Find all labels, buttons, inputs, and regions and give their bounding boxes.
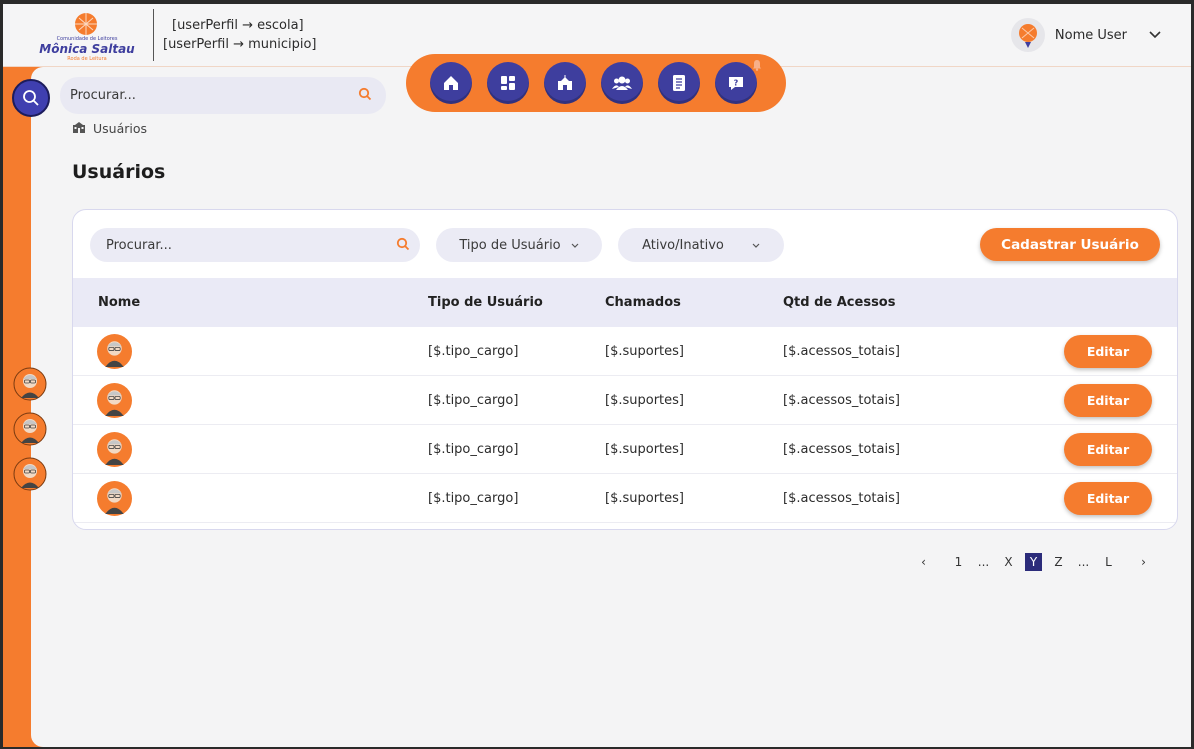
main-nav: ? bbox=[406, 54, 786, 112]
sidebar-avatar[interactable] bbox=[13, 412, 47, 446]
chevron-down-icon bbox=[752, 238, 760, 253]
pagination-page[interactable]: Z bbox=[1046, 553, 1071, 571]
cell-tipo: [$.tipo_cargo] bbox=[428, 393, 519, 408]
svg-text:?: ? bbox=[734, 79, 739, 88]
breadcrumb: Usuários bbox=[72, 121, 147, 136]
editar-button[interactable]: Editar bbox=[1064, 335, 1152, 368]
global-search-input[interactable] bbox=[70, 88, 358, 103]
pagination: ‹ 1 ... X Y Z ... L › bbox=[911, 553, 1156, 571]
school-icon bbox=[558, 75, 572, 90]
avatar bbox=[97, 481, 132, 516]
editar-button[interactable]: Editar bbox=[1064, 482, 1152, 515]
nav-dashboard-button[interactable] bbox=[487, 62, 529, 104]
cell-chamados: [$.suportes] bbox=[605, 393, 684, 408]
perfil-escola: [userPerfil → escola] bbox=[172, 18, 304, 33]
users-search[interactable] bbox=[90, 228, 420, 262]
nav-school-button[interactable] bbox=[544, 62, 586, 104]
report-icon bbox=[673, 75, 685, 91]
pagination-page[interactable]: 1 bbox=[946, 553, 971, 571]
table-row: [$.tipo_cargo] [$.suportes] [$.acessos_t… bbox=[73, 376, 1177, 425]
nav-home-button[interactable] bbox=[430, 62, 472, 104]
sidebar-avatar[interactable] bbox=[13, 367, 47, 401]
editar-button[interactable]: Editar bbox=[1064, 433, 1152, 466]
pagination-page-active[interactable]: Y bbox=[1025, 553, 1042, 571]
pagination-page[interactable]: X bbox=[996, 553, 1021, 571]
avatar bbox=[97, 334, 132, 369]
pagination-ellipsis: ... bbox=[977, 555, 990, 569]
pagination-prev[interactable]: ‹ bbox=[911, 553, 936, 571]
bell-icon bbox=[751, 56, 763, 75]
users-card: Tipo de Usuário Ativo/Inativo Cadastrar … bbox=[72, 209, 1178, 530]
ativo-inativo-select[interactable]: Ativo/Inativo bbox=[618, 228, 784, 262]
search-icon bbox=[23, 90, 39, 106]
header-nome[interactable]: Nome bbox=[98, 295, 140, 310]
users-group-icon bbox=[612, 76, 632, 90]
header-tipo[interactable]: Tipo de Usuário bbox=[428, 295, 543, 310]
page-title: Usuários bbox=[72, 161, 166, 183]
nav-support-button[interactable]: ? bbox=[715, 60, 761, 104]
user-menu[interactable]: Nome User bbox=[1010, 18, 1161, 52]
table-row: [$.tipo_cargo] [$.suportes] [$.acessos_t… bbox=[73, 474, 1177, 523]
search-icon[interactable] bbox=[358, 86, 372, 105]
cell-acessos: [$.acessos_totais] bbox=[783, 442, 900, 457]
table-row: [$.tipo_cargo] [$.suportes] [$.acessos_t… bbox=[73, 425, 1177, 474]
sidebar bbox=[3, 67, 31, 747]
cell-acessos: [$.acessos_totais] bbox=[783, 344, 900, 359]
logo[interactable]: Comunidade de Leitores Mônica Saltau Rod… bbox=[31, 10, 143, 62]
dashboard-icon bbox=[501, 76, 515, 90]
table-header: Nome Tipo de Usuário Chamados Qtd de Ace… bbox=[73, 278, 1177, 327]
svg-text:Mônica Saltau: Mônica Saltau bbox=[39, 42, 135, 56]
support-icon: ? bbox=[729, 77, 743, 90]
sidebar-search-button[interactable] bbox=[12, 79, 50, 117]
user-name: Nome User bbox=[1054, 27, 1127, 43]
cell-chamados: [$.suportes] bbox=[605, 491, 684, 506]
chevron-down-icon bbox=[571, 238, 579, 253]
cell-tipo: [$.tipo_cargo] bbox=[428, 442, 519, 457]
breadcrumb-label[interactable]: Usuários bbox=[93, 121, 147, 136]
svg-text:Roda de Leitura: Roda de Leitura bbox=[67, 56, 106, 62]
pagination-next[interactable]: › bbox=[1131, 553, 1156, 571]
tipo-usuario-label: Tipo de Usuário bbox=[459, 237, 561, 253]
pagination-page[interactable]: L bbox=[1096, 553, 1121, 571]
pagination-ellipsis: ... bbox=[1077, 555, 1090, 569]
users-search-input[interactable] bbox=[106, 237, 396, 253]
header-divider bbox=[153, 9, 154, 61]
cell-tipo: [$.tipo_cargo] bbox=[428, 344, 519, 359]
ativo-inativo-label: Ativo/Inativo bbox=[642, 237, 724, 253]
sidebar-avatar[interactable] bbox=[13, 457, 47, 491]
perfil-municipio: [userPerfil → municipio] bbox=[163, 37, 317, 52]
avatar bbox=[97, 432, 132, 467]
nav-reports-button[interactable] bbox=[658, 62, 700, 104]
avatar bbox=[97, 383, 132, 418]
chevron-down-icon[interactable] bbox=[1149, 28, 1161, 42]
user-avatar[interactable] bbox=[1010, 18, 1045, 52]
school-icon bbox=[72, 121, 86, 136]
cell-tipo: [$.tipo_cargo] bbox=[428, 491, 519, 506]
perfil-info: [userPerfil → escola] [userPerfil → muni… bbox=[163, 16, 317, 54]
cell-acessos: [$.acessos_totais] bbox=[783, 491, 900, 506]
cell-chamados: [$.suportes] bbox=[605, 442, 684, 457]
cell-acessos: [$.acessos_totais] bbox=[783, 393, 900, 408]
app-window: Comunidade de Leitores Mônica Saltau Rod… bbox=[3, 4, 1191, 747]
sidebar-corner bbox=[31, 67, 43, 79]
table-row: [$.tipo_cargo] [$.suportes] [$.acessos_t… bbox=[73, 327, 1177, 376]
cadastrar-usuario-button[interactable]: Cadastrar Usuário bbox=[980, 228, 1160, 261]
header-acessos[interactable]: Qtd de Acessos bbox=[783, 295, 895, 310]
header-chamados[interactable]: Chamados bbox=[605, 295, 681, 310]
nav-users-button[interactable] bbox=[601, 62, 643, 104]
global-search[interactable] bbox=[60, 77, 386, 114]
home-icon bbox=[444, 76, 458, 90]
sidebar-corner-bottom bbox=[31, 735, 43, 747]
search-icon[interactable] bbox=[396, 236, 410, 255]
editar-button[interactable]: Editar bbox=[1064, 384, 1152, 417]
tipo-usuario-select[interactable]: Tipo de Usuário bbox=[436, 228, 602, 262]
cell-chamados: [$.suportes] bbox=[605, 344, 684, 359]
